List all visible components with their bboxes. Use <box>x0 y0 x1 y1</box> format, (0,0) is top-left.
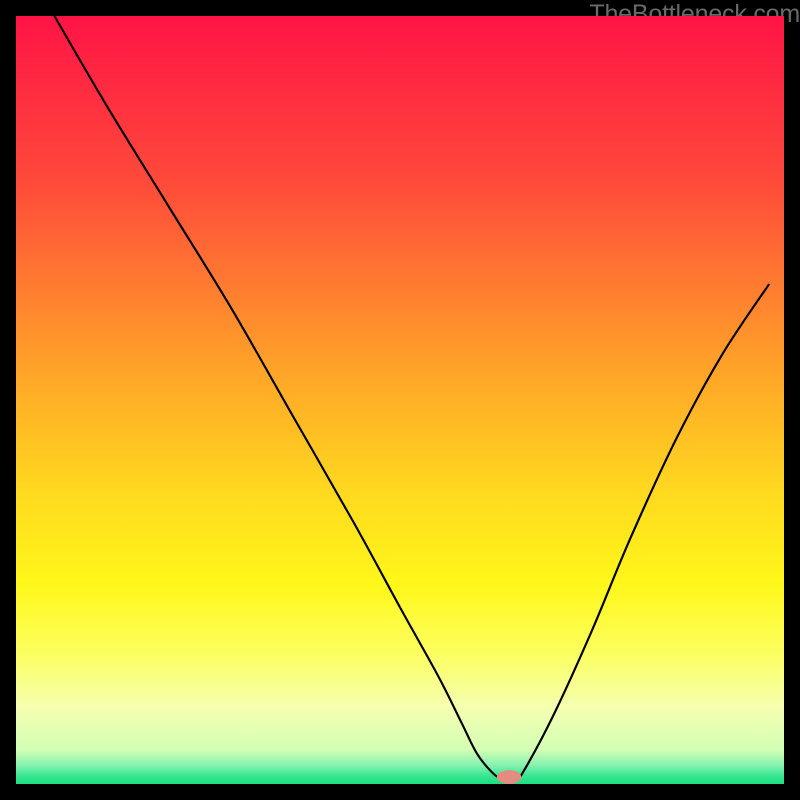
plot-area <box>16 16 784 784</box>
bottleneck-chart: TheBottleneck.com <box>0 0 800 800</box>
minimum-marker <box>497 770 522 784</box>
gradient-background <box>16 16 784 784</box>
